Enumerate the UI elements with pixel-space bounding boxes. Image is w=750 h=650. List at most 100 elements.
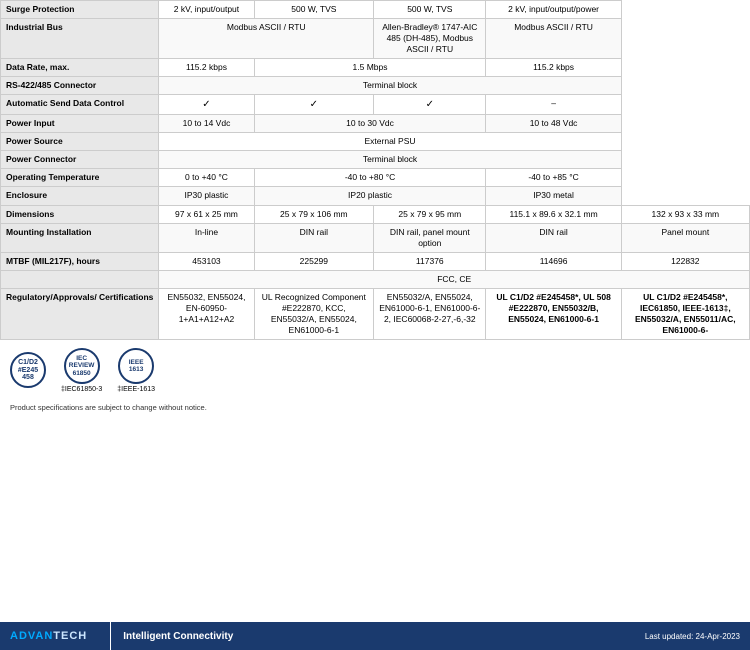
cell: EN55032, EN55024, EN-60950-1+A1+A12+A2	[159, 288, 254, 339]
cell: 117376	[374, 252, 486, 270]
cert-badge-iec61850: IECREVIEW61850 ‡IEC61850-3	[61, 348, 102, 393]
row-label-surge: Surge Protection	[1, 1, 159, 19]
cell: ✓	[374, 95, 486, 115]
cell: IP30 plastic	[159, 187, 254, 205]
cert-badge-c1d2: C1/D2#E245458	[10, 352, 46, 388]
cell: Panel mount	[621, 223, 749, 252]
cell: 500 W, TVS	[374, 1, 486, 19]
cell: 225299	[254, 252, 374, 270]
cell: 10 to 30 Vdc	[254, 115, 486, 133]
table-row: RS-422/485 Connector Terminal block	[1, 77, 750, 95]
row-label-dimensions: Dimensions	[1, 205, 159, 223]
row-label-temp: Operating Temperature	[1, 169, 159, 187]
row-label-power-source: Power Source	[1, 133, 159, 151]
footer: ADVANTECH Intelligent Connectivity Last …	[0, 622, 750, 650]
cell: 114696	[486, 252, 621, 270]
cert-circle-ieee1613: IEEE1613	[118, 348, 154, 384]
cert-text: IEEE1613	[129, 359, 144, 373]
row-label-mtbf: MTBF (MIL217F), hours	[1, 252, 159, 270]
row-label-power-input: Power Input	[1, 115, 159, 133]
cell: UL C1/D2 #E245458*, UL 508 #E222870, EN5…	[486, 288, 621, 339]
cell: 115.2 kbps	[486, 59, 621, 77]
cell: 500 W, TVS	[254, 1, 374, 19]
row-label-empty	[1, 270, 159, 288]
cell: DIN rail	[254, 223, 374, 252]
cell: Allen-Bradley® 1747-AIC 485 (DH-485), Mo…	[374, 19, 486, 59]
cert-circle-c1d2: C1/D2#E245458	[10, 352, 46, 388]
cert-circle-iec61850: IECREVIEW61850	[64, 348, 100, 384]
cell: Modbus ASCII / RTU	[159, 19, 374, 59]
cell: DIN rail	[486, 223, 621, 252]
table-row: Surge Protection 2 kV, input/output 500 …	[1, 1, 750, 19]
cell: 10 to 48 Vdc	[486, 115, 621, 133]
row-label-datarate: Data Rate, max.	[1, 59, 159, 77]
table-row: Power Source External PSU	[1, 133, 750, 151]
checkmark-icon: ✓	[426, 99, 434, 110]
footer-logo: ADVANTECH	[0, 622, 111, 650]
cell: -40 to +85 °C	[486, 169, 621, 187]
cell: 1.5 Mbps	[254, 59, 486, 77]
cell: Terminal block	[159, 151, 621, 169]
cert-text: IECREVIEW61850	[69, 355, 95, 376]
row-label-connector: RS-422/485 Connector	[1, 77, 159, 95]
table-row: Industrial Bus Modbus ASCII / RTU Allen-…	[1, 19, 750, 59]
row-label-enclosure: Enclosure	[1, 187, 159, 205]
cell: -40 to +80 °C	[254, 169, 486, 187]
table-row: Mounting Installation In-line DIN rail D…	[1, 223, 750, 252]
table-row: MTBF (MIL217F), hours 453103 225299 1173…	[1, 252, 750, 270]
row-label-power-connector: Power Connector	[1, 151, 159, 169]
checkmark-icon: ✓	[202, 99, 210, 110]
specs-table: Surge Protection 2 kV, input/output 500 …	[0, 0, 750, 340]
cell: 453103	[159, 252, 254, 270]
table-row: Regulatory/Approvals/ Certifications EN5…	[1, 288, 750, 339]
table-container: Surge Protection 2 kV, input/output 500 …	[0, 0, 750, 340]
cell: IP20 plastic	[254, 187, 486, 205]
table-row: Operating Temperature 0 to +40 °C -40 to…	[1, 169, 750, 187]
cell: 115.2 kbps	[159, 59, 254, 77]
cell: 10 to 14 Vdc	[159, 115, 254, 133]
cert-text: C1/D2#E245458	[18, 359, 38, 382]
cert-label-iec61850: ‡IEC61850-3	[61, 386, 102, 393]
table-row: Dimensions 97 x 61 x 25 mm 25 x 79 x 106…	[1, 205, 750, 223]
disclaimer-text: Product specifications are subject to ch…	[0, 401, 750, 414]
footer-tagline: Intelligent Connectivity	[111, 631, 245, 642]
cert-label-ieee1613: ‡IEEE-1613	[117, 386, 155, 393]
cell: External PSU	[159, 133, 621, 151]
cell: Terminal block	[159, 77, 621, 95]
table-row: Power Connector Terminal block	[1, 151, 750, 169]
cell: 132 x 93 x 33 mm	[621, 205, 749, 223]
row-label-bus: Industrial Bus	[1, 19, 159, 59]
cell: ✓	[254, 95, 374, 115]
cell: UL Recognized Component #E222870, KCC, E…	[254, 288, 374, 339]
cell: DIN rail, panel mount option	[374, 223, 486, 252]
cell: –	[486, 95, 621, 115]
table-row: Data Rate, max. 115.2 kbps 1.5 Mbps 115.…	[1, 59, 750, 77]
cell: UL C1/D2 #E245458*, IEC61850, IEEE-1613‡…	[621, 288, 749, 339]
table-row-fcc: FCC, CE	[1, 270, 750, 288]
cell: 115.1 x 89.6 x 32.1 mm	[486, 205, 621, 223]
cell: EN55032/A, EN55024, EN61000-6-1, EN61000…	[374, 288, 486, 339]
row-label-regulatory: Regulatory/Approvals/ Certifications	[1, 288, 159, 339]
fcc-ce-cell: FCC, CE	[159, 270, 750, 288]
cell: 122832	[621, 252, 749, 270]
logo-tech: TECH	[53, 630, 87, 642]
cell: 97 x 61 x 25 mm	[159, 205, 254, 223]
cert-badge-ieee1613: IEEE1613 ‡IEEE-1613	[117, 348, 155, 393]
table-row: Power Input 10 to 14 Vdc 10 to 30 Vdc 10…	[1, 115, 750, 133]
table-row: Automatic Send Data Control ✓ ✓ ✓ –	[1, 95, 750, 115]
cell: In-line	[159, 223, 254, 252]
row-label-autosend: Automatic Send Data Control	[1, 95, 159, 115]
cell: 0 to +40 °C	[159, 169, 254, 187]
row-label-mounting: Mounting Installation	[1, 223, 159, 252]
footer-update: Last updated: 24-Apr-2023	[645, 632, 740, 641]
cell: 25 x 79 x 95 mm	[374, 205, 486, 223]
checkmark-icon: ✓	[310, 99, 318, 110]
cell: 2 kV, input/output/power	[486, 1, 621, 19]
cell: 25 x 79 x 106 mm	[254, 205, 374, 223]
cell: ✓	[159, 95, 254, 115]
cell: IP30 metal	[486, 187, 621, 205]
cell: 2 kV, input/output	[159, 1, 254, 19]
logo-advan: ADVAN	[10, 630, 53, 642]
cell: Modbus ASCII / RTU	[486, 19, 621, 59]
cert-badges-area: C1/D2#E245458 IECREVIEW61850 ‡IEC61850-3…	[0, 340, 750, 401]
